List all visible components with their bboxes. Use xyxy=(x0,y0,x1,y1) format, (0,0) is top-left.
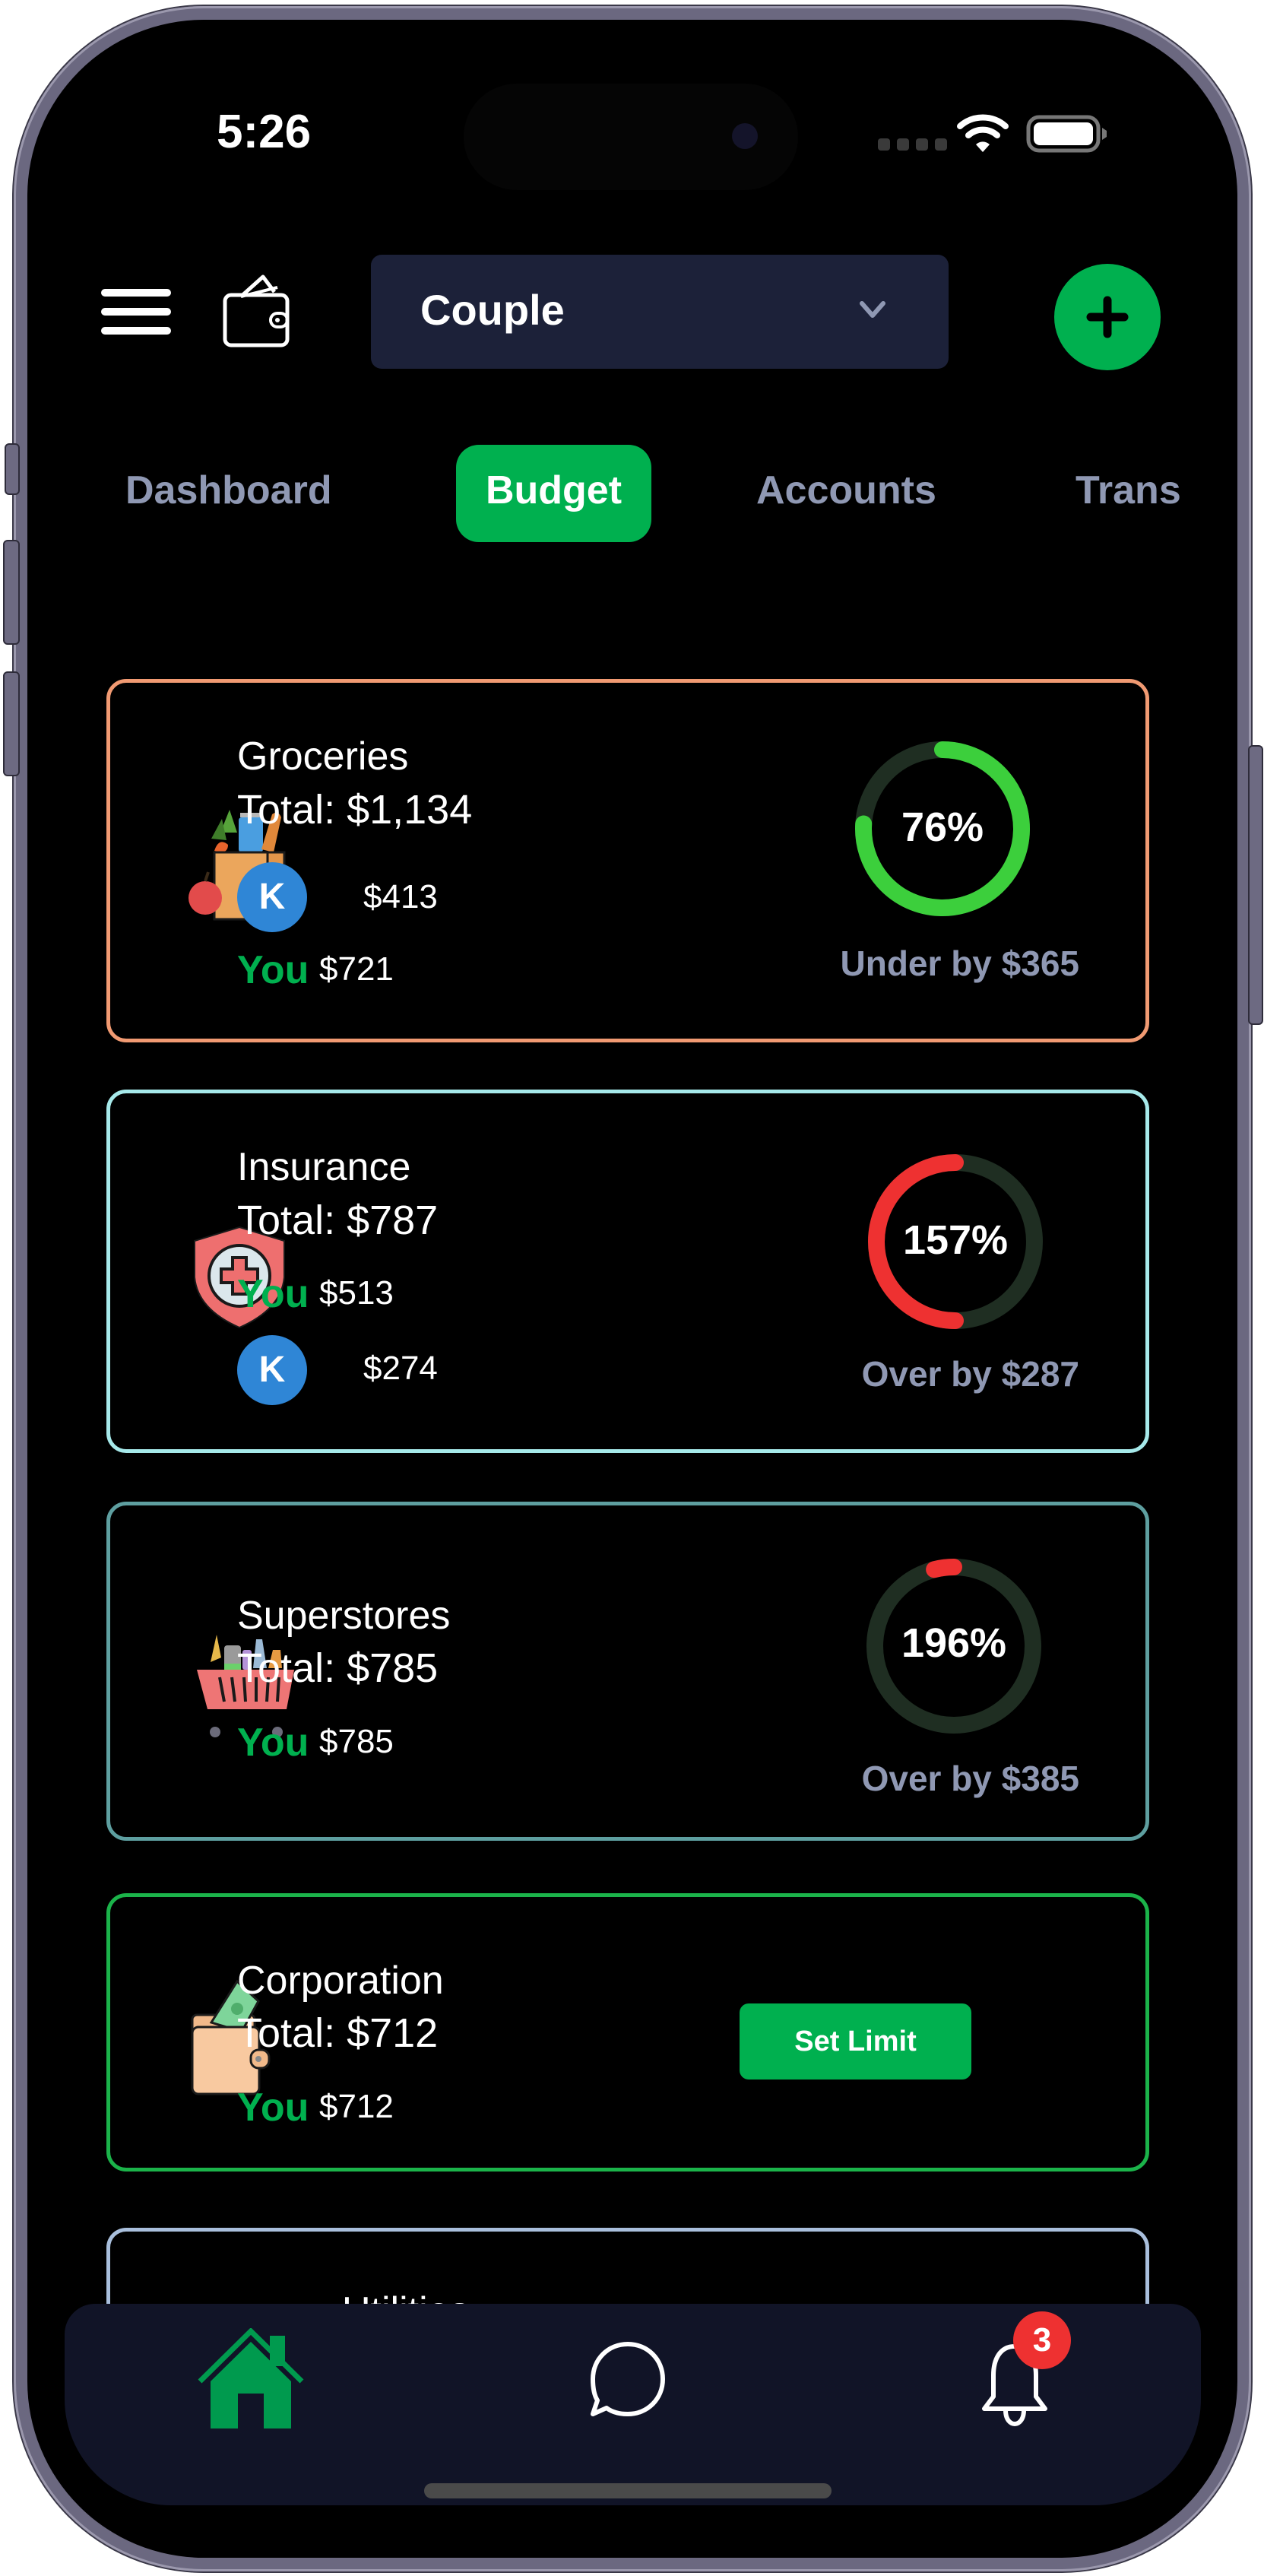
category-name: Superstores xyxy=(237,1594,451,1638)
progress-percent: 196% xyxy=(901,1620,1007,1666)
you-label: You xyxy=(237,2086,309,2130)
notification-badge: 3 xyxy=(1013,2311,1071,2369)
camera-lens xyxy=(732,123,758,149)
progress-percent: 76% xyxy=(901,804,984,850)
battery-icon xyxy=(1026,115,1107,153)
progress-percent: 157% xyxy=(902,1217,1009,1263)
chat-bubble-icon[interactable] xyxy=(587,2340,669,2422)
category-name: Groceries xyxy=(237,734,409,779)
wifi-icon xyxy=(957,114,1009,152)
category-total: Total: $1,134 xyxy=(237,787,473,833)
contributor-amount: $413 xyxy=(363,878,438,915)
avatar: K xyxy=(237,1335,307,1405)
you-amount: $785 xyxy=(319,1723,394,1760)
group-selector-dropdown[interactable]: Couple xyxy=(371,255,949,369)
home-indicator[interactable] xyxy=(424,2483,832,2498)
you-label: You xyxy=(237,1721,309,1765)
tab-budget[interactable]: Budget xyxy=(456,445,651,542)
volume-up-button xyxy=(3,540,20,645)
chevron-down-icon xyxy=(860,301,885,318)
category-name: Corporation xyxy=(237,1959,444,2003)
you-amount: $712 xyxy=(319,2088,394,2125)
category-total: Total: $787 xyxy=(237,1198,439,1243)
status-time: 5:26 xyxy=(217,106,312,158)
avatar: K xyxy=(237,862,307,932)
group-selector-value: Couple xyxy=(420,286,565,334)
mute-switch xyxy=(5,443,20,495)
you-label: You xyxy=(237,948,309,992)
you-amount: $513 xyxy=(319,1274,394,1312)
you-label: You xyxy=(237,1272,309,1316)
power-button xyxy=(1248,745,1263,1025)
progress-caption: Over by $287 xyxy=(861,1354,1079,1394)
progress-caption: Over by $385 xyxy=(861,1759,1079,1798)
category-total: Total: $712 xyxy=(237,2010,439,2056)
wallet-icon[interactable] xyxy=(223,274,293,348)
tab-dashboard[interactable]: Dashboard xyxy=(125,468,332,513)
tab-transactions[interactable]: Trans xyxy=(1076,468,1181,513)
add-button[interactable] xyxy=(1054,264,1161,370)
utilities-clip: Utilities xyxy=(342,2273,570,2305)
plus-icon xyxy=(1086,296,1129,338)
hamburger-menu-icon xyxy=(101,289,171,297)
progress-ring-arc xyxy=(926,1559,962,1578)
you-amount: $721 xyxy=(319,950,394,988)
home-icon[interactable] xyxy=(194,2328,308,2435)
volume-down-button xyxy=(3,671,20,776)
tab-accounts[interactable]: Accounts xyxy=(756,468,936,513)
tab-transactions-clip: Trans xyxy=(1076,456,1201,525)
set-limit-button[interactable]: Set Limit xyxy=(740,2003,971,2080)
progress-caption: Under by $365 xyxy=(840,944,1079,983)
category-total: Total: $785 xyxy=(237,1645,439,1691)
category-name: Utilities xyxy=(342,2289,470,2305)
category-name: Insurance xyxy=(237,1145,411,1189)
contributor-amount: $274 xyxy=(363,1350,438,1387)
menu-button[interactable] xyxy=(101,289,171,336)
